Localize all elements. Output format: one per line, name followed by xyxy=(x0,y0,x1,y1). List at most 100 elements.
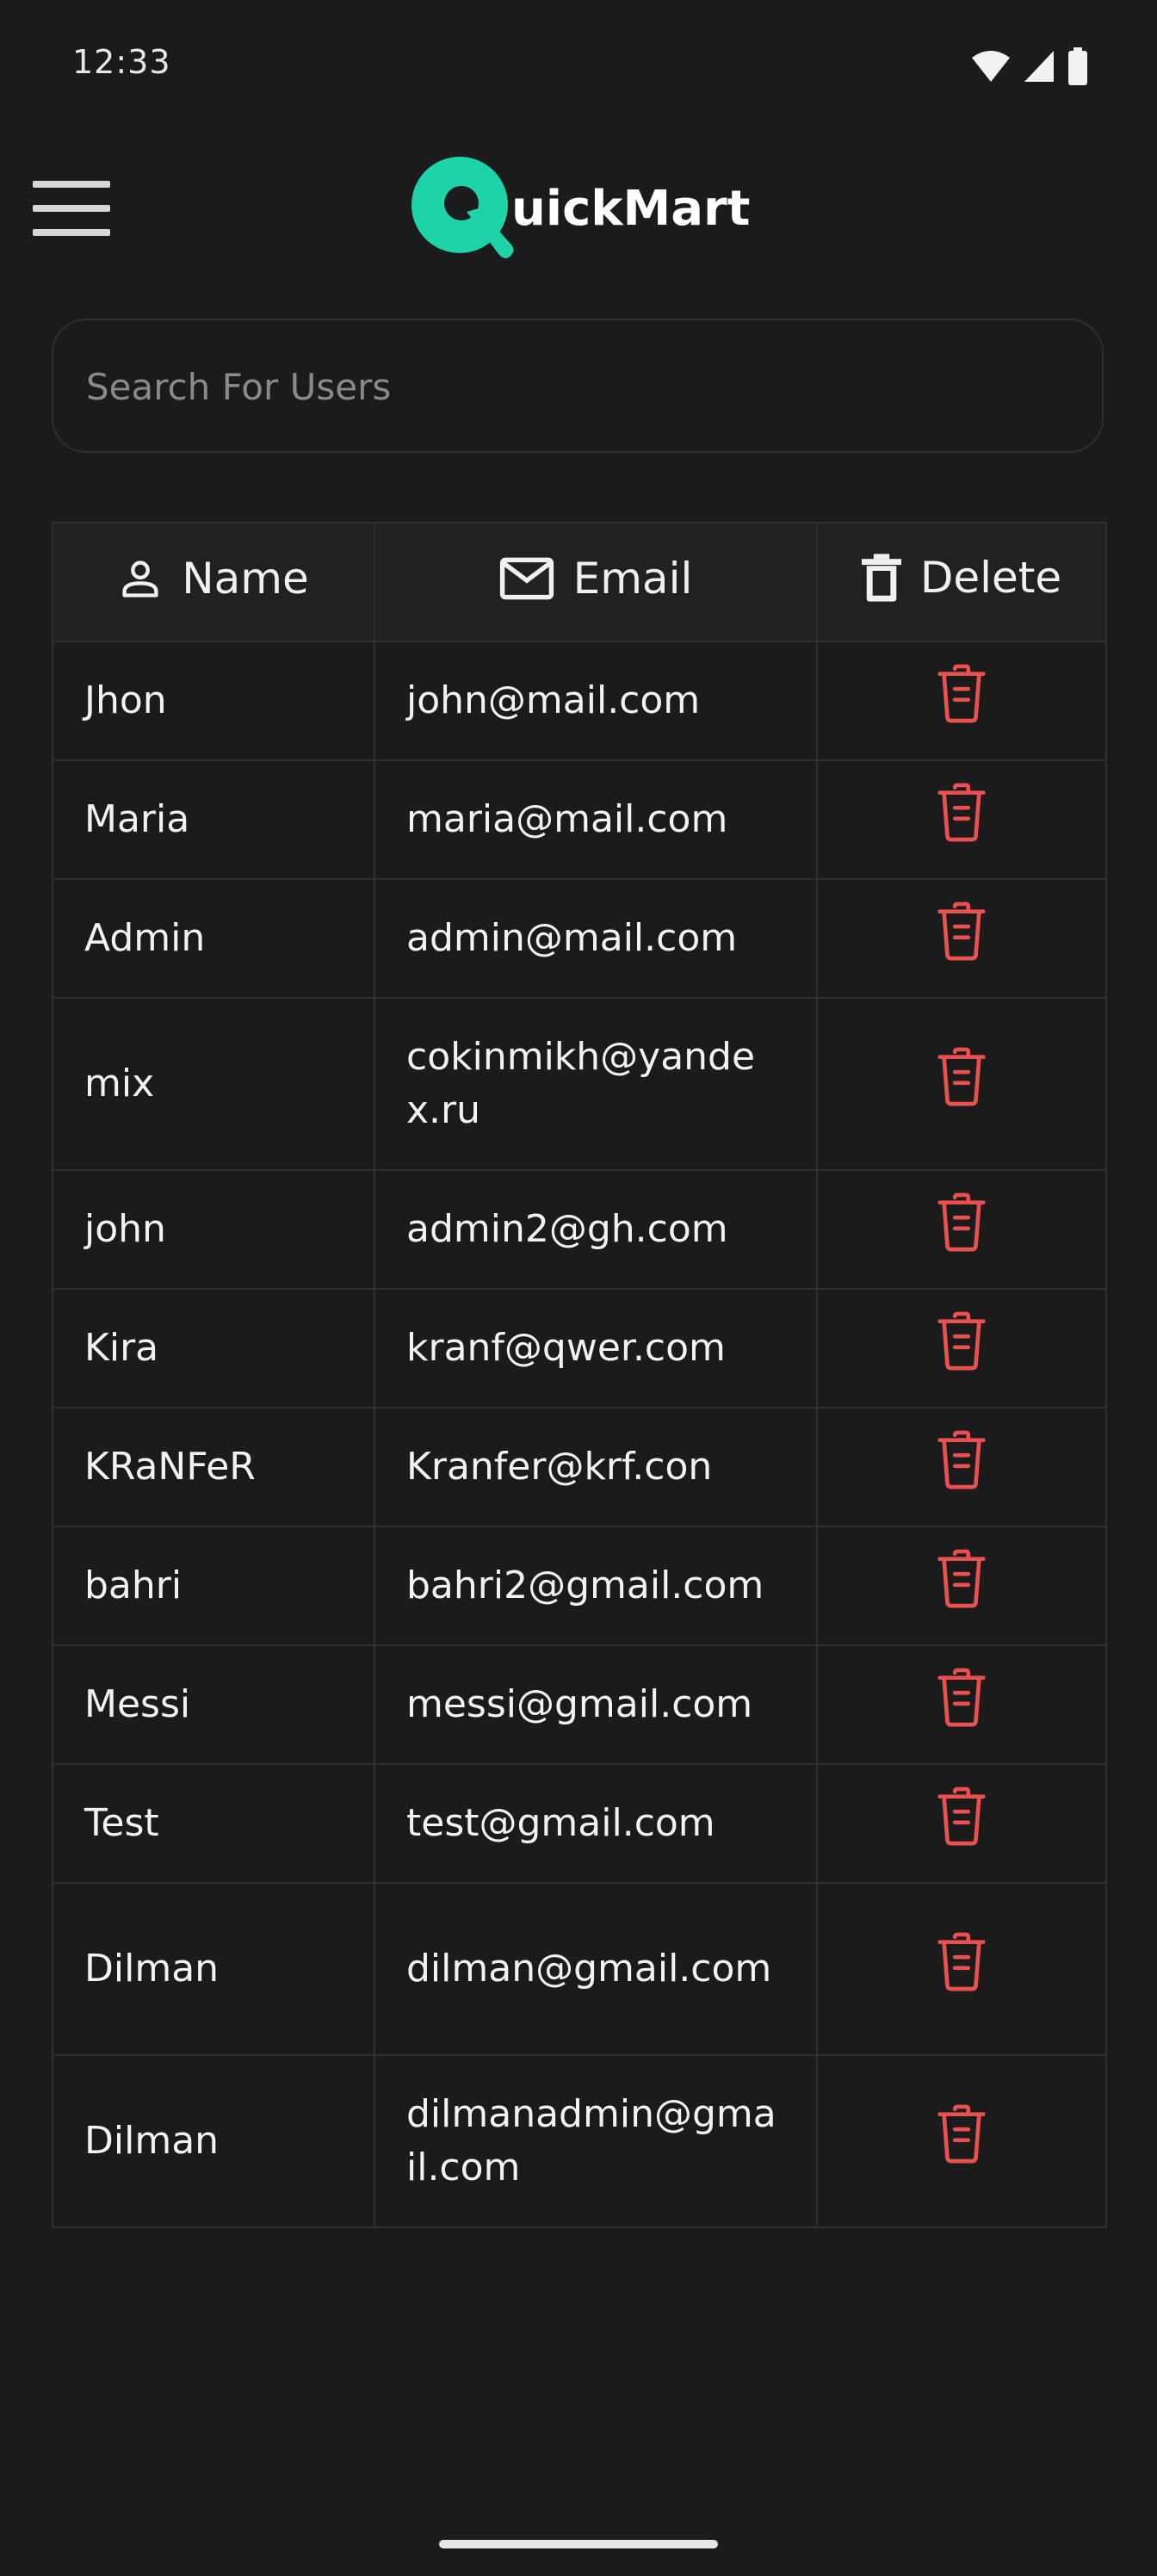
status-time: 12:33 xyxy=(72,43,171,81)
delete-user-button[interactable] xyxy=(936,1668,987,1743)
user-email-cell: maria@mail.com xyxy=(374,759,818,880)
trash-outline-icon xyxy=(937,1047,986,1105)
delete-cell xyxy=(816,2054,1107,2228)
table-header-row: Name Email Delete xyxy=(52,522,1107,642)
user-name-cell: Messi xyxy=(52,1644,375,1765)
gesture-nav-bar[interactable] xyxy=(439,2540,718,2548)
user-email-cell: john@mail.com xyxy=(374,641,818,761)
person-icon xyxy=(122,560,158,598)
user-email-cell: Kranfer@krf.con xyxy=(374,1407,818,1527)
logo-q-icon xyxy=(411,157,514,258)
delete-cell xyxy=(816,1763,1107,1884)
user-name-cell: mix xyxy=(52,997,375,1171)
trash-outline-icon xyxy=(937,1549,986,1607)
delete-user-button[interactable] xyxy=(936,1549,987,1624)
trash-outline-icon xyxy=(937,1932,986,1991)
delete-cell xyxy=(816,997,1107,1171)
table-row: Dilman dilmanadmin@gmail.com xyxy=(52,2054,1107,2228)
battery-icon xyxy=(1068,47,1087,85)
user-name-cell: bahri xyxy=(52,1526,375,1646)
delete-cell xyxy=(816,1288,1107,1409)
mail-icon xyxy=(499,557,554,600)
trash-icon xyxy=(861,553,901,602)
user-email-cell: admin@mail.com xyxy=(374,878,818,999)
trash-outline-icon xyxy=(937,1311,986,1370)
user-name-cell: KRaNFeR xyxy=(52,1407,375,1527)
table-row: Maria maria@mail.com xyxy=(52,759,1107,880)
trash-outline-icon xyxy=(937,1192,986,1251)
hamburger-line xyxy=(33,181,110,188)
table-row: Test test@gmail.com xyxy=(52,1763,1107,1884)
delete-cell xyxy=(816,878,1107,999)
trash-outline-icon xyxy=(937,664,986,722)
delete-user-button[interactable] xyxy=(936,1786,987,1861)
user-email-cell: dilmanadmin@gmail.com xyxy=(374,2054,818,2228)
hamburger-line xyxy=(33,229,110,236)
delete-user-button[interactable] xyxy=(936,901,987,976)
user-email-cell: bahri2@gmail.com xyxy=(374,1526,818,1646)
user-email-cell: dilman@gmail.com xyxy=(374,1882,818,2056)
delete-cell xyxy=(816,1169,1107,1290)
user-name-cell: Admin xyxy=(52,878,375,999)
header-delete: Delete xyxy=(816,522,1107,642)
delete-user-button[interactable] xyxy=(936,1932,987,2007)
trash-outline-icon xyxy=(937,1668,986,1726)
trash-outline-icon xyxy=(937,1430,986,1489)
hamburger-line xyxy=(33,205,110,212)
user-name-cell: Maria xyxy=(52,759,375,880)
delete-user-button[interactable] xyxy=(936,783,987,858)
header-delete-label: Delete xyxy=(919,552,1062,603)
users-table: Name Email Delete Jhon john@mail.com Mar… xyxy=(52,522,1107,2228)
table-row: Dilman dilman@gmail.com xyxy=(52,1882,1107,2056)
cellular-signal-icon xyxy=(1024,51,1054,82)
delete-user-button[interactable] xyxy=(936,2104,987,2179)
user-name-cell: Dilman xyxy=(52,1882,375,2056)
user-name-cell: Jhon xyxy=(52,641,375,761)
search-input[interactable] xyxy=(84,320,1069,453)
delete-user-button[interactable] xyxy=(936,1192,987,1267)
user-email-cell: test@gmail.com xyxy=(374,1763,818,1884)
logo-text: uickMart xyxy=(511,180,751,237)
table-row: Kira kranf@qwer.com xyxy=(52,1288,1107,1409)
delete-user-button[interactable] xyxy=(936,1430,987,1505)
user-email-cell: admin2@gh.com xyxy=(374,1169,818,1290)
trash-outline-icon xyxy=(937,901,986,960)
search-box[interactable] xyxy=(52,319,1104,453)
header-name-label: Name xyxy=(182,553,309,604)
status-icons xyxy=(971,47,1088,85)
trash-outline-icon xyxy=(937,783,986,841)
delete-user-button[interactable] xyxy=(936,1311,987,1386)
delete-cell xyxy=(816,1882,1107,2056)
trash-outline-icon xyxy=(937,2104,986,2163)
table-row: Messi messi@gmail.com xyxy=(52,1644,1107,1765)
user-email-cell: kranf@qwer.com xyxy=(374,1288,818,1409)
delete-cell xyxy=(816,759,1107,880)
delete-user-button[interactable] xyxy=(936,664,987,739)
user-name-cell: john xyxy=(52,1169,375,1290)
table-row: bahri bahri2@gmail.com xyxy=(52,1526,1107,1646)
delete-cell xyxy=(816,1407,1107,1527)
app-bar: uickMart xyxy=(0,138,1157,276)
menu-button[interactable] xyxy=(33,181,112,238)
user-name-cell: Test xyxy=(52,1763,375,1884)
user-email-cell: cokinmikh@yandex.ru xyxy=(374,997,818,1171)
table-row: mix cokinmikh@yandex.ru xyxy=(52,997,1107,1171)
table-row: john admin2@gh.com xyxy=(52,1169,1107,1290)
delete-user-button[interactable] xyxy=(936,1047,987,1122)
delete-cell xyxy=(816,1644,1107,1765)
delete-cell xyxy=(816,641,1107,761)
app-logo: uickMart xyxy=(410,155,750,262)
trash-outline-icon xyxy=(937,1786,986,1845)
header-email-label: Email xyxy=(572,554,693,604)
status-bar: 12:33 xyxy=(0,0,1157,129)
user-name-cell: Kira xyxy=(52,1288,375,1409)
wifi-icon xyxy=(972,51,1010,82)
table-row: Admin admin@mail.com xyxy=(52,878,1107,999)
user-name-cell: Dilman xyxy=(52,2054,375,2228)
header-email: Email xyxy=(374,522,818,642)
table-body: Jhon john@mail.com Maria maria@mail.com Admi… xyxy=(52,641,1107,2228)
table-row: KRaNFeR Kranfer@krf.con xyxy=(52,1407,1107,1527)
user-email-cell: messi@gmail.com xyxy=(374,1644,818,1765)
header-name: Name xyxy=(52,522,375,642)
delete-cell xyxy=(816,1526,1107,1646)
